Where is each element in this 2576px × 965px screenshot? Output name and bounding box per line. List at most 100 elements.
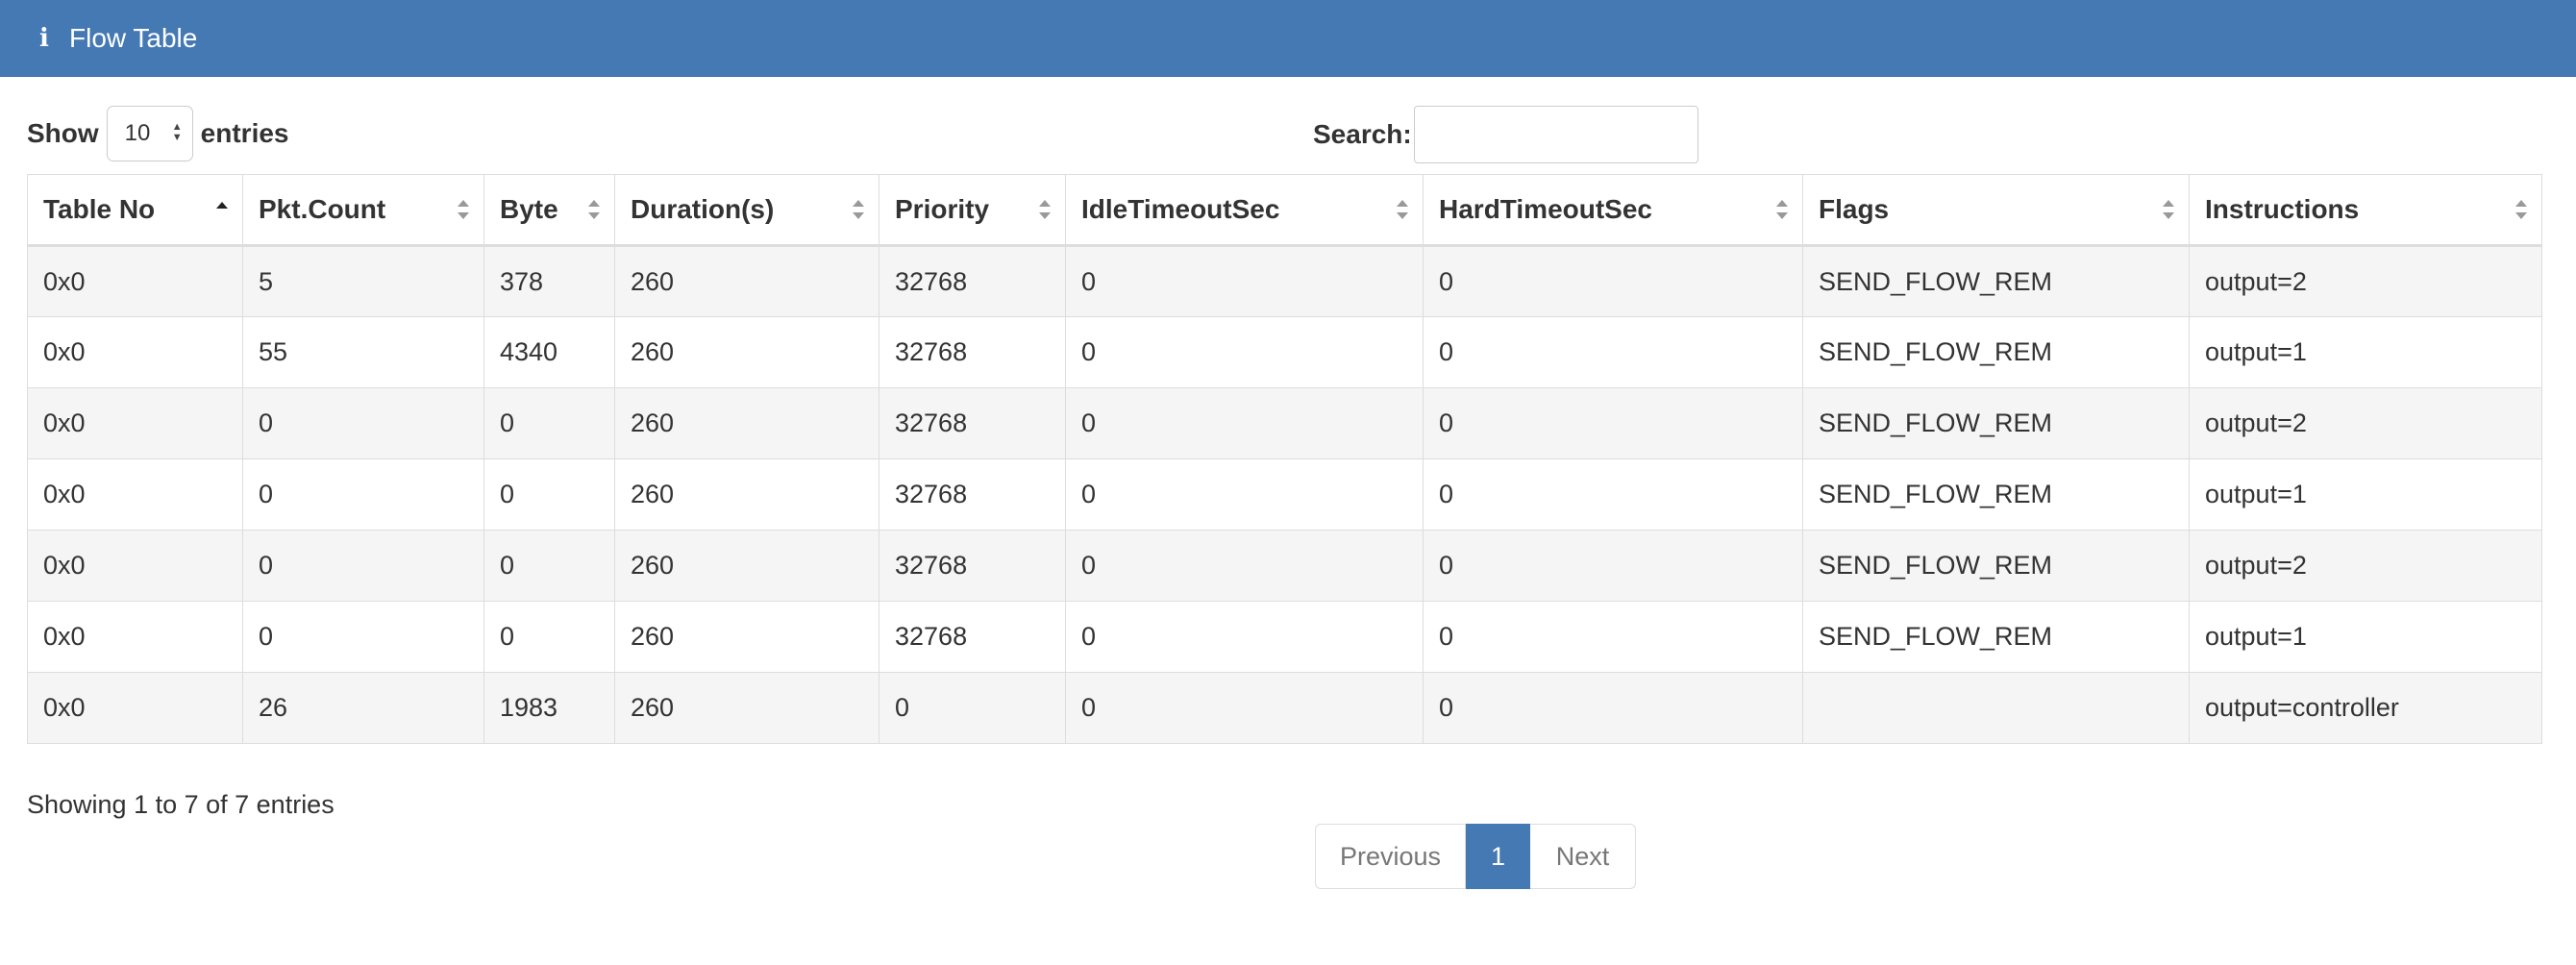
panel-title: Flow Table — [69, 22, 198, 53]
table-cell: SEND_FLOW_REM — [1802, 458, 2190, 531]
table-cell: 378 — [483, 245, 615, 317]
table-cell: 32768 — [879, 530, 1066, 602]
table-cell: output=2 — [2189, 530, 2542, 602]
column-header-label: Flags — [1819, 194, 1890, 224]
table-cell: 32768 — [879, 458, 1066, 531]
table-cell: output=2 — [2189, 387, 2542, 459]
table-cell: 0 — [1423, 458, 1803, 531]
table-row: 0x0 26 1983 260 0 0 0 output=controller — [27, 672, 2542, 744]
table-cell: 0x0 — [27, 530, 243, 602]
table-cell: 0x0 — [27, 672, 243, 744]
table-cell: 260 — [614, 387, 879, 459]
column-header[interactable]: Flags — [1802, 174, 2190, 247]
table-cell: 32768 — [879, 387, 1066, 459]
table-cell: 0 — [879, 672, 1066, 744]
table-cell: 0 — [1065, 672, 1424, 744]
table-cell: output=1 — [2189, 316, 2542, 388]
table-cell: 0 — [242, 601, 484, 673]
column-header[interactable]: Table No — [27, 174, 243, 247]
table-cell: 260 — [614, 245, 879, 317]
table-cell: 0 — [1423, 672, 1803, 744]
length-prefix-label: Show — [27, 118, 99, 148]
table-cell: 260 — [614, 530, 879, 602]
column-header-label: Pkt.Count — [259, 194, 386, 224]
column-header-label: Byte — [500, 194, 558, 224]
sort-both-icon — [587, 198, 601, 221]
column-header-label: Table No — [43, 194, 156, 224]
sort-both-icon — [1396, 198, 1409, 221]
table-cell: 32768 — [879, 316, 1066, 388]
sort-both-icon — [852, 198, 865, 221]
table-cell: SEND_FLOW_REM — [1802, 387, 2190, 459]
table-cell: 0 — [242, 458, 484, 531]
table-cell: 32768 — [879, 245, 1066, 317]
table-toolbar: Show 10 ▲ ▼ entries Search: — [0, 77, 2576, 173]
table-cell: output=1 — [2189, 601, 2542, 673]
table-cell: output=2 — [2189, 245, 2542, 317]
column-header[interactable]: Byte — [483, 174, 615, 247]
table-cell: 0 — [242, 530, 484, 602]
column-header-label: IdleTimeoutSec — [1081, 194, 1280, 224]
table-cell: 0x0 — [27, 458, 243, 531]
table-cell: 0 — [242, 387, 484, 459]
panel-heading: i Flow Table — [0, 0, 2576, 77]
table-cell: 26 — [242, 672, 484, 744]
column-header[interactable]: IdleTimeoutSec — [1065, 174, 1424, 247]
table-cell: output=controller — [2189, 672, 2542, 744]
column-header[interactable]: Pkt.Count — [242, 174, 484, 247]
length-suffix-label: entries — [200, 118, 289, 148]
column-header[interactable]: Priority — [879, 174, 1066, 247]
sort-both-icon — [1038, 198, 1052, 221]
pagination: Previous 1 Next — [1315, 824, 1636, 889]
table-cell: 5 — [242, 245, 484, 317]
search-input[interactable] — [1413, 106, 1698, 163]
sort-ascending-icon — [215, 198, 229, 221]
sort-both-icon — [2162, 198, 2175, 221]
column-header-label: Duration(s) — [631, 194, 775, 224]
sort-both-icon — [1775, 198, 1789, 221]
info-icon: i — [39, 23, 49, 53]
entries-per-page-select[interactable]: 10 ▲ ▼ — [106, 106, 193, 161]
table-row: 0x0 0 0 260 32768 0 0 SEND_FLOW_REM output=1 — [27, 458, 2542, 531]
table-info: Showing 1 to 7 of 7 entries — [27, 790, 334, 819]
table-cell: 0 — [1065, 387, 1424, 459]
table-cell: 0 — [1423, 601, 1803, 673]
table-cell: 0 — [483, 530, 615, 602]
flow-table-panel: i Flow Table Show 10 ▲ ▼ entries Search: … — [0, 0, 2576, 965]
table-row: 0x0 55 4340 260 32768 0 0 SEND_FLOW_REM output=1 — [27, 316, 2542, 388]
table-cell: 55 — [242, 316, 484, 388]
column-header-label: HardTimeoutSec — [1439, 194, 1652, 224]
table-cell: 0 — [1065, 601, 1424, 673]
select-arrows-icon: ▲ ▼ — [171, 121, 183, 143]
table-cell: 0x0 — [27, 316, 243, 388]
previous-page-button[interactable]: Previous — [1315, 824, 1466, 889]
table-cell: 260 — [614, 601, 879, 673]
sort-both-icon — [2514, 198, 2528, 221]
page-1-button[interactable]: 1 — [1466, 824, 1530, 889]
table-cell: 0 — [483, 387, 615, 459]
table-cell: 0 — [1423, 530, 1803, 602]
entries-length-control: Show 10 ▲ ▼ entries — [27, 106, 289, 161]
table-cell: 32768 — [879, 601, 1066, 673]
table-body: 0x0 5 378 260 32768 0 0 SEND_FLOW_REM output=2 0x… — [27, 245, 2542, 744]
table-cell: 1983 — [483, 672, 615, 744]
column-header[interactable]: Duration(s) — [614, 174, 879, 247]
column-header[interactable]: HardTimeoutSec — [1423, 174, 1803, 247]
table-cell: 0 — [1423, 245, 1803, 317]
table-row: 0x0 0 0 260 32768 0 0 SEND_FLOW_REM output=2 — [27, 387, 2542, 459]
table-cell: 260 — [614, 316, 879, 388]
table-cell: 0x0 — [27, 601, 243, 673]
sort-both-icon — [457, 198, 470, 221]
column-header-label: Priority — [895, 194, 990, 224]
column-header[interactable]: Instructions — [2189, 174, 2542, 247]
table-cell: output=1 — [2189, 458, 2542, 531]
search-label: Search: — [1313, 119, 1412, 149]
table-cell: 0x0 — [27, 245, 243, 317]
table-cell: 0 — [1065, 530, 1424, 602]
table-cell: 0 — [483, 458, 615, 531]
table-cell: 0 — [1423, 316, 1803, 388]
table-cell: 0 — [1065, 316, 1424, 388]
table-cell: 0x0 — [27, 387, 243, 459]
flow-table: Table No Pkt.Count Byte Duration(s) Priority… — [27, 174, 2542, 744]
next-page-button[interactable]: Next — [1530, 824, 1636, 889]
